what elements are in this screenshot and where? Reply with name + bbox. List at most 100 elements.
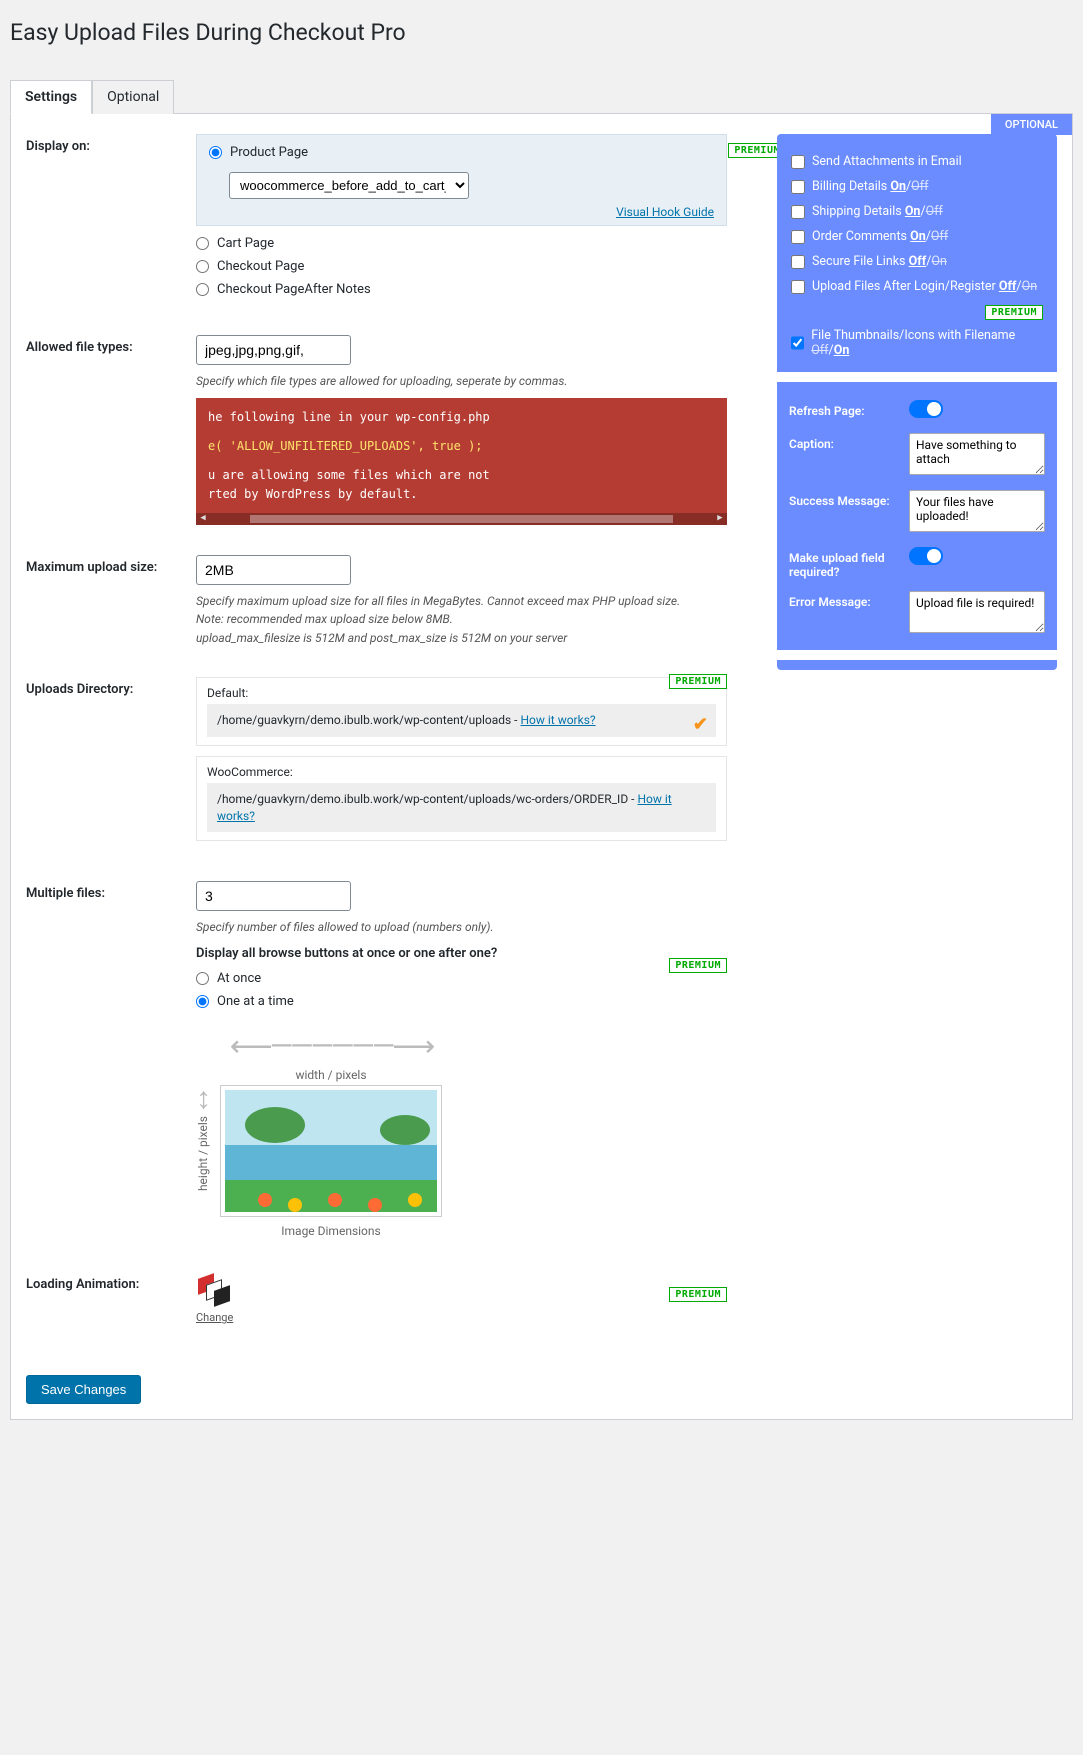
scroll-right-icon[interactable]: ▶	[713, 511, 727, 524]
opt-upload-after-login-checkbox[interactable]	[791, 280, 805, 294]
height-label: height / pixels	[196, 1116, 210, 1191]
max-upload-label: Maximum upload size:	[26, 555, 196, 575]
check-icon: ✔	[693, 712, 708, 737]
tab-optional[interactable]: Optional	[92, 80, 174, 114]
caption-textarea[interactable]	[909, 433, 1045, 475]
dir-wc-box: WooCommerce: /home/guavkyrn/demo.ibulb.w…	[196, 756, 727, 842]
dir-wc-label: WooCommerce:	[207, 765, 716, 779]
opt-order-comments-checkbox[interactable]	[791, 230, 805, 244]
radio-at-once-label: At once	[217, 971, 261, 986]
max-upload-input[interactable]	[196, 555, 351, 585]
opt-billing-label: Billing Details On/Off	[812, 179, 928, 194]
how-it-works-link[interactable]: How it works?	[520, 713, 595, 727]
error-msg-label: Error Message:	[789, 591, 899, 609]
allowed-types-hint: Specify which file types are allowed for…	[196, 373, 727, 390]
code-warning-box: he following line in your wp-config.php …	[196, 398, 727, 525]
opt-upload-after-login-label: Upload Files After Login/Register Off/On	[812, 279, 1037, 294]
radio-one-at-time[interactable]: One at a time	[196, 994, 727, 1009]
tabs: Settings Optional	[10, 80, 1073, 114]
opt-thumbnails-checkbox[interactable]	[791, 336, 804, 350]
allowed-types-label: Allowed file types:	[26, 335, 196, 355]
code-line: u are allowing some files which are not	[208, 466, 715, 485]
success-msg-textarea[interactable]	[909, 490, 1045, 532]
radio-at-once[interactable]: At once	[196, 971, 727, 986]
opt-billing[interactable]: Billing Details On/Off	[791, 179, 1043, 194]
code-scrollbar[interactable]: ◀ ▶	[196, 513, 727, 525]
radio-cart-page-input[interactable]	[196, 237, 209, 250]
save-button[interactable]: Save Changes	[26, 1375, 141, 1404]
scroll-thumb[interactable]	[250, 515, 673, 523]
uploads-dir-label: Uploads Directory:	[26, 677, 196, 697]
dir-wc-path-text: /home/guavkyrn/demo.ibulb.work/wp-conten…	[217, 792, 637, 806]
opt-thumbnails[interactable]: File Thumbnails/Icons with Filename Off/…	[791, 328, 1043, 358]
opt-shipping-checkbox[interactable]	[791, 205, 805, 219]
image-dimensions-widget: ↕ height / pixels ⟵——————⟶ width / pixel…	[196, 1029, 727, 1242]
scroll-left-icon[interactable]: ◀	[196, 511, 210, 524]
radio-checkout-label: Checkout Page	[217, 259, 304, 274]
optional-panel: OPTIONAL Send Attachments in Email Billi…	[777, 134, 1057, 1404]
radio-checkout-after-input[interactable]	[196, 283, 209, 296]
multiple-files-hint: Specify number of files allowed to uploa…	[196, 919, 727, 936]
image-dimensions-caption: Image Dimensions	[221, 1224, 441, 1238]
tab-settings[interactable]: Settings	[10, 80, 92, 114]
display-on-label: Display on:	[26, 134, 196, 154]
opt-shipping-label: Shipping Details On/Off	[812, 204, 943, 219]
radio-cart-label: Cart Page	[217, 236, 274, 251]
dir-default-box: Default: /home/guavkyrn/demo.ibulb.work/…	[196, 677, 727, 746]
caption-label: Caption:	[789, 433, 899, 451]
arrow-up-icon: ↕	[196, 1081, 211, 1116]
error-msg-textarea[interactable]	[909, 591, 1045, 633]
radio-at-once-input[interactable]	[196, 972, 209, 985]
radio-one-at-time-label: One at a time	[217, 994, 294, 1009]
loading-animation-preview	[196, 1272, 230, 1306]
required-toggle[interactable]	[909, 547, 943, 565]
arrow-horizontal-icon: ⟵——————⟶	[221, 1029, 441, 1064]
radio-product-page-label: Product Page	[230, 145, 308, 160]
visual-hook-guide-link[interactable]: Visual Hook Guide	[209, 205, 714, 219]
premium-badge: PREMIUM	[669, 1287, 727, 1302]
radio-checkout-after-label: Checkout PageAfter Notes	[217, 282, 371, 297]
settings-panel: Display on: Product Page woocommerce_bef…	[10, 114, 1073, 1420]
opt-secure-links-label: Secure File Links Off/On	[812, 254, 947, 269]
opt-send-email-checkbox[interactable]	[791, 155, 805, 169]
change-animation-link[interactable]: Change	[196, 1311, 233, 1324]
refresh-page-label: Refresh Page:	[789, 400, 899, 418]
code-line: e( 'ALLOW_UNFILTERED_UPLOADS', true );	[208, 437, 715, 456]
multiple-files-input[interactable]	[196, 881, 351, 911]
radio-one-at-time-input[interactable]	[196, 995, 209, 1008]
radio-checkout-after[interactable]: Checkout PageAfter Notes	[196, 282, 727, 297]
opt-secure-links-checkbox[interactable]	[791, 255, 805, 269]
max-upload-hint2: Note: recommended max upload size below …	[196, 611, 727, 628]
radio-checkout-page[interactable]: Checkout Page	[196, 259, 727, 274]
opt-upload-after-login[interactable]: Upload Files After Login/Register Off/On	[791, 279, 1043, 294]
dir-default-path-text: /home/guavkyrn/demo.ibulb.work/wp-conten…	[217, 713, 520, 727]
dir-default-label: Default:	[207, 686, 716, 700]
premium-badge: PREMIUM	[669, 958, 727, 973]
browse-buttons-question: Display all browse buttons at once or on…	[196, 946, 727, 961]
opt-billing-checkbox[interactable]	[791, 180, 805, 194]
radio-product-page[interactable]: Product Page	[209, 145, 714, 160]
radio-product-page-input[interactable]	[209, 146, 222, 159]
radio-checkout-page-input[interactable]	[196, 260, 209, 273]
multiple-files-label: Multiple files:	[26, 881, 196, 901]
required-label: Make upload field required?	[789, 547, 899, 579]
max-upload-hint3: upload_max_filesize is 512M and post_max…	[196, 630, 727, 647]
opt-order-comments[interactable]: Order Comments On/Off	[791, 229, 1043, 244]
opt-shipping[interactable]: Shipping Details On/Off	[791, 204, 1043, 219]
max-upload-hint1: Specify maximum upload size for all file…	[196, 593, 727, 610]
code-line: he following line in your wp-config.php	[208, 408, 715, 427]
opt-send-email[interactable]: Send Attachments in Email	[791, 154, 1043, 169]
image-placeholder	[221, 1086, 441, 1216]
premium-badge: PREMIUM	[669, 674, 727, 689]
hook-select[interactable]: woocommerce_before_add_to_cart_button	[229, 172, 469, 199]
opt-thumbnails-label: File Thumbnails/Icons with Filename Off/…	[811, 328, 1043, 358]
dir-wc-path: /home/guavkyrn/demo.ibulb.work/wp-conten…	[207, 783, 716, 833]
success-msg-label: Success Message:	[789, 490, 899, 508]
page-title: Easy Upload Files During Checkout Pro	[10, 10, 1073, 50]
optional-corner-label: OPTIONAL	[991, 114, 1072, 135]
refresh-page-toggle[interactable]	[909, 400, 943, 418]
dir-default-path: /home/guavkyrn/demo.ibulb.work/wp-conten…	[207, 704, 716, 737]
radio-cart-page[interactable]: Cart Page	[196, 236, 727, 251]
opt-secure-links[interactable]: Secure File Links Off/On	[791, 254, 1043, 269]
allowed-types-input[interactable]	[196, 335, 351, 365]
